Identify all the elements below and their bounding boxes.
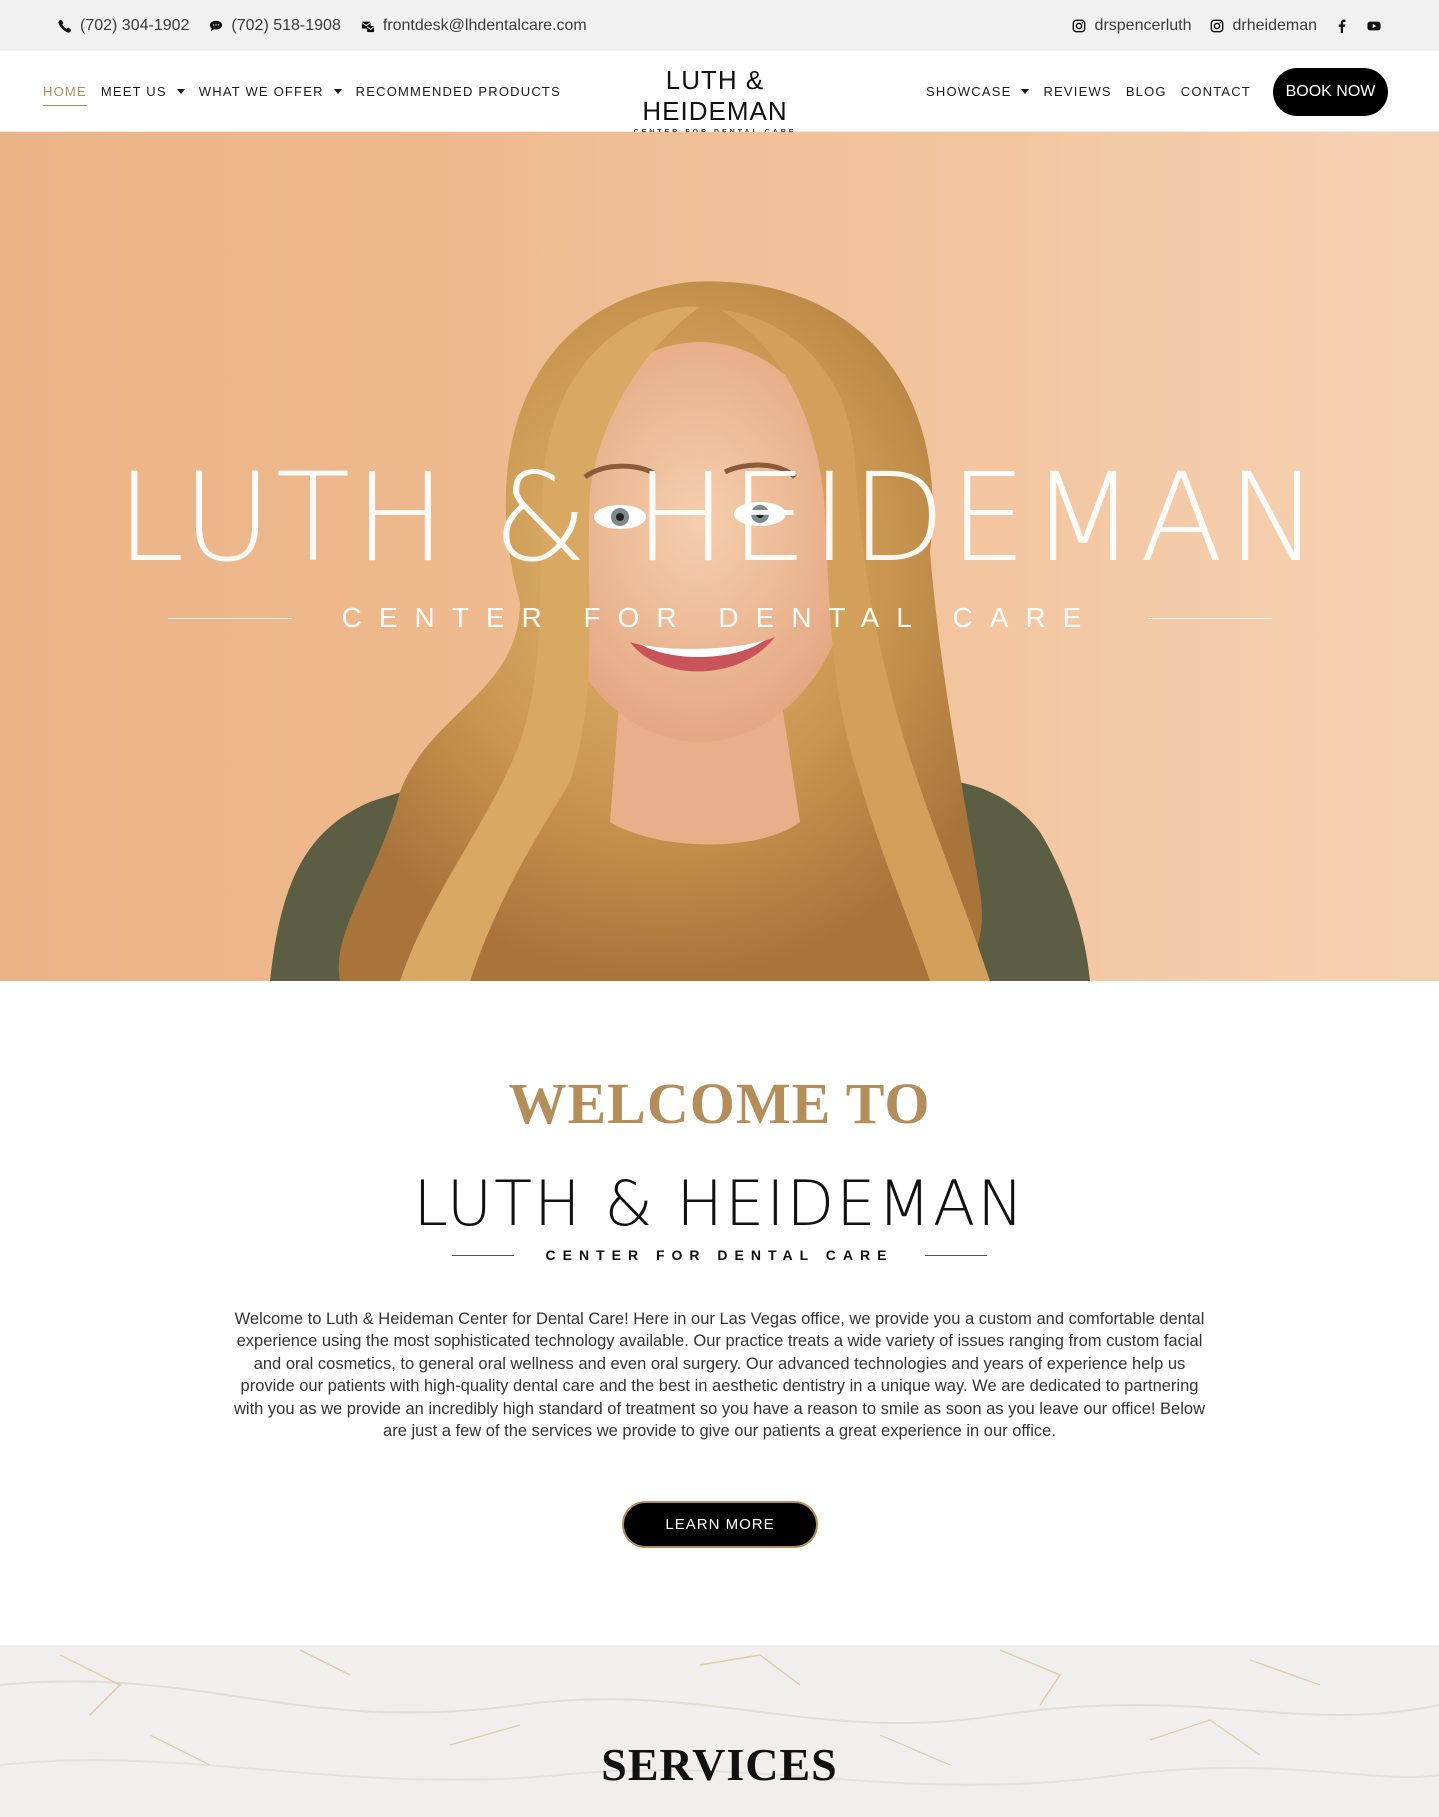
facebook-link[interactable] <box>1335 19 1349 33</box>
hero-title: LUTH & HEIDEMAN <box>116 447 1323 589</box>
nav-recommended-products[interactable]: RECOMMENDED PRODUCTS <box>356 78 561 105</box>
welcome-logo-tagline-row: CENTER FOR DENTAL CARE <box>0 1247 1439 1263</box>
divider <box>451 1254 514 1256</box>
phone-number-1: (702) 304-1902 <box>80 16 190 34</box>
contact-bar: (702) 304-1902 (702) 518-1908 frontdesk@… <box>0 0 1439 51</box>
header-logo[interactable]: LUTH & HEIDEMAN CENTER FOR DENTAL CARE <box>592 65 838 136</box>
phone-number-2: (702) 518-1908 <box>231 16 341 34</box>
instagram-link-2[interactable]: drheideman <box>1210 16 1318 35</box>
instagram-icon <box>1210 19 1224 33</box>
services-section: SERVICES <box>0 1645 1439 1817</box>
chevron-down-icon <box>333 89 342 94</box>
nav-recommended-products-label: RECOMMENDED PRODUCTS <box>355 84 561 99</box>
nav-showcase-label: SHOWCASE <box>926 84 1012 99</box>
chevron-down-icon <box>176 89 185 94</box>
social-links: drspencerluth drheideman <box>1072 17 1381 35</box>
welcome-heading: WELCOME TO <box>508 1071 931 1136</box>
instagram-handle-1: drspencerluth <box>1094 16 1192 34</box>
facebook-icon <box>1335 19 1349 33</box>
welcome-logo-tagline: CENTER FOR DENTAL CARE <box>545 1247 894 1263</box>
youtube-icon <box>1367 19 1381 33</box>
nav-home[interactable]: HOME <box>43 78 87 106</box>
nav-what-we-offer[interactable]: WHAT WE OFFER <box>199 78 342 105</box>
nav-home-label: HOME <box>43 83 87 99</box>
divider <box>168 617 292 619</box>
nav-blog[interactable]: BLOG <box>1126 78 1167 105</box>
welcome-logo: LUTH & HEIDEMAN CENTER FOR DENTAL CARE <box>0 1167 1439 1264</box>
book-now-button[interactable]: BOOK NOW <box>1273 68 1388 116</box>
instagram-link-1[interactable]: drspencerluth <box>1072 17 1192 35</box>
divider <box>1147 617 1272 619</box>
nav-what-we-offer-label: WHAT WE OFFER <box>198 84 324 99</box>
email-address: frontdesk@lhdentalcare.com <box>382 16 587 34</box>
nav-meet-us-label: MEET US <box>100 84 167 99</box>
instagram-handle-2: drheideman <box>1232 16 1318 34</box>
divider <box>925 1254 988 1256</box>
hero-banner: LUTH & HEIDEMAN CENTER FOR DENTAL CARE <box>0 132 1439 981</box>
phone-link-2[interactable]: (702) 518-1908 <box>209 16 341 35</box>
chevron-down-icon <box>1021 89 1030 94</box>
hero-subtitle-row: CENTER FOR DENTAL CARE <box>168 602 1272 634</box>
learn-more-button[interactable]: LEARN MORE <box>622 1501 818 1548</box>
email-link[interactable]: frontdesk@lhdentalcare.com <box>361 17 587 35</box>
header-logo-name: LUTH & HEIDEMAN <box>642 65 788 126</box>
services-heading: SERVICES <box>601 1739 838 1790</box>
nav-blog-label: BLOG <box>1125 84 1167 99</box>
email-icon <box>361 19 375 33</box>
phone-link-1[interactable]: (702) 304-1902 <box>58 17 189 35</box>
nav-contact-label: CONTACT <box>1180 84 1252 99</box>
welcome-logo-name: LUTH & HEIDEMAN <box>413 1167 1026 1240</box>
welcome-paragraph: Welcome to Luth & Heideman Center for De… <box>234 1310 1205 1441</box>
youtube-link[interactable] <box>1367 19 1381 33</box>
contact-group: (702) 304-1902 (702) 518-1908 frontdesk@… <box>58 17 587 35</box>
nav-meet-us[interactable]: MEET US <box>101 78 185 105</box>
nav-reviews-label: REVIEWS <box>1043 84 1112 99</box>
instagram-icon <box>1072 19 1086 33</box>
hero-subtitle: CENTER FOR DENTAL CARE <box>341 602 1099 633</box>
main-header: HOME MEET US WHAT WE OFFER RECOMMENDED P… <box>0 51 1439 136</box>
chat-icon <box>209 19 223 33</box>
nav-showcase[interactable]: SHOWCASE <box>926 78 1030 105</box>
marble-background <box>0 1645 1439 1817</box>
nav-reviews[interactable]: REVIEWS <box>1043 78 1111 105</box>
nav-contact[interactable]: CONTACT <box>1181 78 1251 105</box>
nav-right: SHOWCASE REVIEWS BLOG CONTACT <box>926 51 1251 132</box>
phone-icon <box>58 19 72 33</box>
nav-left: HOME MEET US WHAT WE OFFER RECOMMENDED P… <box>43 51 561 132</box>
